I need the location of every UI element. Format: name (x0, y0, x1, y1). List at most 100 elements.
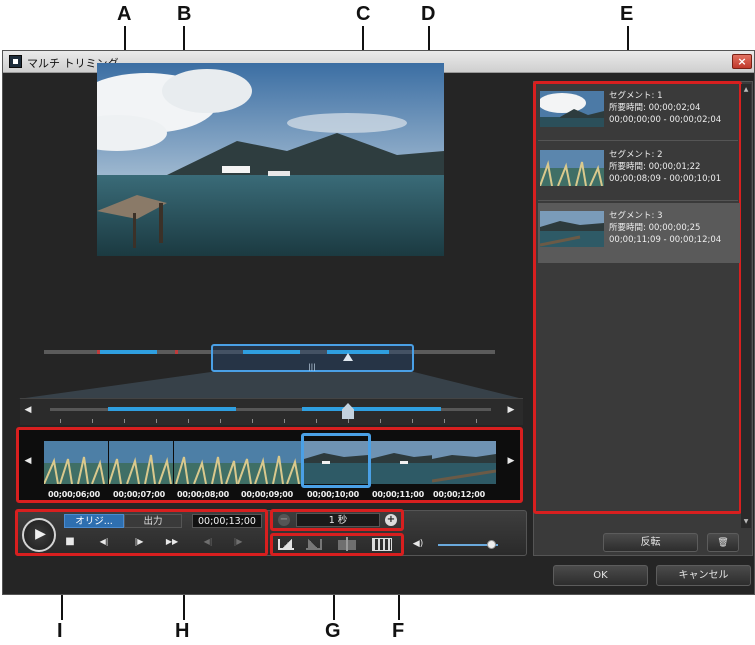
callout-e: E (620, 3, 634, 25)
close-button[interactable]: × (732, 54, 752, 69)
detect-scenes-icon[interactable] (372, 538, 392, 551)
filmstrip-frame[interactable] (174, 441, 238, 484)
callout-i: I (57, 620, 63, 642)
detail-segment-3 (302, 407, 441, 411)
filmstrip-timecode: 00;00;08;00 (177, 490, 229, 499)
segment-divider (538, 200, 738, 201)
split-segment-icon[interactable] (338, 537, 356, 551)
scroll-up-button[interactable]: ▲ (741, 87, 751, 93)
stop-button[interactable]: ■ (63, 537, 77, 547)
segment-range: 00;00;08;09 - 00;00;10;01 (609, 174, 722, 184)
segment-divider (538, 140, 738, 141)
filmstrip-timecode: 00;00;09;00 (241, 490, 293, 499)
zoom-out-button[interactable]: − (278, 514, 290, 526)
segment-info: セグメント: 3 所要時間: 00;00;00;25 00;00;11;09 -… (609, 210, 721, 246)
filmstrip-timecode: 00;00;07;00 (113, 490, 165, 499)
preview-image (97, 63, 444, 256)
previous-frame-button[interactable]: ◀| (94, 538, 114, 546)
detail-timeline-bar (20, 398, 523, 425)
segment-duration: 所要時間: 00;00;00;25 (609, 223, 701, 233)
callout-g: G (325, 620, 341, 642)
overview-segment-1-start (97, 350, 100, 354)
play-button[interactable]: ▶ (22, 518, 56, 552)
mark-in-tool-icon[interactable] (278, 539, 294, 550)
filmstrip-timecode: 00;00;12;00 (433, 490, 485, 499)
detail-tick (124, 419, 125, 423)
filmstrip-frame[interactable] (238, 441, 302, 484)
scroll-down-button[interactable]: ▼ (741, 519, 751, 525)
detail-tick (60, 419, 61, 423)
filmstrip-scroll-right-button[interactable]: ▶ (505, 457, 517, 466)
overview-playhead[interactable] (343, 353, 353, 361)
detail-tick (444, 419, 445, 423)
filmstrip-frame[interactable] (370, 441, 434, 484)
app-icon (9, 55, 22, 68)
segment-name: セグメント: 2 (609, 150, 663, 160)
filmstrip-frame[interactable] (44, 441, 108, 484)
mark-in-button[interactable]: ◀| (199, 538, 217, 546)
detail-tick (348, 419, 349, 423)
zoom-level-field[interactable]: 1 秒 (296, 513, 380, 527)
segment-thumbnail (540, 150, 604, 186)
overview-segment-1 (100, 350, 157, 354)
filmstrip-timecode: 00;00;10;00 (307, 490, 359, 499)
segment-info: セグメント: 1 所要時間: 00;00;02;04 00;00;00;00 -… (609, 90, 721, 126)
filmstrip-scroll-left-button[interactable]: ◀ (22, 457, 34, 466)
segment-info: セグメント: 2 所要時間: 00;00;01;22 00;00;08;09 -… (609, 149, 721, 185)
callout-c: C (356, 3, 371, 25)
segment-range: 00;00;11;09 - 00;00;12;04 (609, 235, 722, 245)
trash-icon: 🗑 (717, 538, 729, 548)
filmstrip-timecode: 00;00;06;00 (48, 490, 100, 499)
segment-range: 00;00;00;00 - 00;00;02;04 (609, 115, 722, 125)
callout-f: F (392, 620, 405, 642)
segment-list-scrollbar[interactable] (741, 84, 751, 528)
detail-tick (252, 419, 253, 423)
detail-tick (316, 419, 317, 423)
video-preview (97, 63, 444, 256)
detail-tick (284, 419, 285, 423)
ok-button[interactable]: OK (553, 565, 648, 586)
detail-tick (476, 419, 477, 423)
callout-a: A (117, 3, 132, 25)
callout-h: H (175, 620, 190, 642)
invert-button[interactable]: 反転 (603, 533, 698, 552)
overview-drag-handle[interactable]: ||| (304, 364, 320, 371)
detail-tick (156, 419, 157, 423)
delete-segment-button[interactable]: 🗑 (707, 533, 739, 552)
detail-tick (412, 419, 413, 423)
filmstrip-timecode: 00;00;11;00 (372, 490, 424, 499)
overview-segment-3 (327, 350, 389, 354)
overview-segment-1-end (175, 350, 178, 354)
output-tab[interactable]: 出力 (124, 514, 182, 528)
segment-name: セグメント: 1 (609, 91, 663, 101)
detail-scroll-right-button[interactable]: ▶ (505, 406, 517, 415)
cancel-button[interactable]: キャンセル (656, 565, 751, 586)
mark-out-button[interactable]: |▶ (229, 538, 247, 546)
filmstrip-frame[interactable] (109, 441, 173, 484)
segment-list-item[interactable]: セグメント: 1 所要時間: 00;00;02;04 00;00;00;00 -… (536, 83, 736, 143)
next-frame-button[interactable]: |▶ (129, 538, 149, 546)
segment-thumbnail (540, 211, 604, 247)
detail-segment-2 (108, 407, 236, 411)
detail-scroll-left-button[interactable]: ◀ (22, 406, 34, 415)
volume-icon[interactable]: ◀) (408, 540, 428, 549)
detail-tick (220, 419, 221, 423)
zoom-in-button[interactable]: + (385, 514, 397, 526)
filmstrip-current-frame-marker (301, 433, 371, 488)
segment-thumbnail (540, 91, 604, 127)
segment-list-item-selected[interactable]: セグメント: 3 所要時間: 00;00;00;25 00;00;11;09 -… (538, 203, 740, 263)
detail-tick (92, 419, 93, 423)
volume-slider-knob[interactable] (486, 540, 496, 549)
callout-d: D (421, 3, 436, 25)
segment-name: セグメント: 3 (609, 211, 663, 221)
segment-list-item[interactable]: セグメント: 2 所要時間: 00;00;01;22 00;00;08;09 -… (536, 142, 736, 202)
mark-out-tool-icon[interactable] (306, 539, 322, 550)
callout-b: B (177, 3, 192, 25)
overview-segment-2 (243, 350, 300, 354)
filmstrip-frame[interactable] (432, 441, 496, 484)
detail-tick (188, 419, 189, 423)
original-tab[interactable]: オリジ... (64, 514, 124, 528)
detail-tick (380, 419, 381, 423)
segment-duration: 所要時間: 00;00;01;22 (609, 162, 701, 172)
fast-forward-button[interactable]: ▶▶ (162, 538, 182, 546)
